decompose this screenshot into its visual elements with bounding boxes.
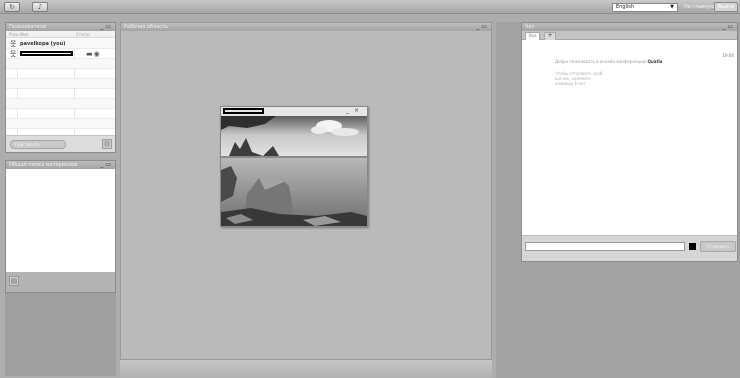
users-panel-footer: Пригласить ⚙	[6, 135, 115, 152]
refresh-icon[interactable]: ↻	[4, 2, 20, 12]
viewer-controls: _×	[346, 107, 364, 115]
workspace-header: Рабочая область _▭	[121, 23, 491, 31]
panel-controls[interactable]: _▭	[100, 161, 113, 169]
user-row[interactable]: 웃 ▬◉	[6, 49, 115, 59]
brand-name: Quatla	[647, 59, 663, 64]
exit-button[interactable]: Выйти	[714, 2, 738, 12]
chat-tabs: Все +	[522, 31, 737, 40]
send-button[interactable]: Отправить	[700, 241, 736, 252]
welcome-message: Добро пожаловать в онлайн-конференцию Qu…	[555, 59, 663, 64]
add-tab-button[interactable]: +	[544, 32, 556, 40]
chat-title: Чат	[525, 24, 535, 30]
shared-folder-panel: Общая папка материалов _▭ ▤	[5, 160, 116, 293]
status-icons: ▬◉	[86, 50, 101, 58]
users-list: 웃 pavelkopa (you) 웃 ▬◉	[6, 39, 115, 137]
landscape-photo	[221, 116, 367, 226]
user-icon: 웃	[10, 50, 17, 58]
monitor-icon: ▬	[86, 50, 94, 58]
minimize-icon[interactable]: _	[346, 107, 354, 114]
workspace-bottom-bar	[120, 360, 492, 378]
user-name: pavelkopa (you)	[20, 41, 66, 47]
col-status: Статус	[76, 32, 91, 37]
panel-controls[interactable]: _▭	[722, 23, 735, 31]
chevron-down-icon: ▼	[670, 4, 674, 10]
redacted-title	[223, 108, 264, 114]
upload-icon[interactable]: ▤	[9, 276, 19, 286]
users-panel: Пользователи _▭ Роль Имя Статус 웃 pavelk…	[5, 22, 116, 153]
image-viewer-window[interactable]: _×	[220, 106, 368, 227]
shared-folder-footer: ▤	[6, 272, 115, 292]
shared-folder-title: Общая папка материалов	[9, 162, 78, 168]
users-table-header: Роль Имя Статус	[6, 31, 115, 38]
tab-all[interactable]: Все	[525, 32, 541, 40]
left-background	[5, 293, 116, 376]
invite-button[interactable]: Пригласить	[10, 140, 66, 149]
users-panel-header: Пользователи _▭	[6, 23, 115, 31]
home-link[interactable]: На главную	[684, 3, 715, 11]
col-role: Роль	[9, 32, 19, 37]
chat-input[interactable]	[525, 242, 685, 251]
users-panel-title: Пользователи	[9, 24, 47, 30]
settings-icon[interactable]: ⚙	[102, 139, 112, 149]
top-toolbar: ↻ ♪ English ▼ На главную Выйти	[0, 0, 740, 14]
language-select[interactable]: English ▼	[612, 3, 678, 12]
shared-folder-header: Общая папка материалов _▭	[6, 161, 115, 169]
panel-controls[interactable]: _▭	[100, 23, 113, 31]
message-time: 19:00	[722, 53, 734, 58]
close-icon[interactable]: ×	[354, 107, 364, 114]
panel-controls[interactable]: _▭	[476, 23, 489, 31]
workspace-title: Рабочая область	[124, 24, 168, 30]
color-picker[interactable]	[689, 243, 696, 250]
chat-hint: Чтобы отправить сооб- щение, нажмите кла…	[555, 71, 604, 86]
webcam-icon: ◉	[93, 50, 101, 58]
user-row[interactable]: 웃 pavelkopa (you)	[6, 39, 115, 49]
col-name: Имя	[20, 32, 29, 37]
redacted-name	[20, 51, 73, 56]
chat-panel: Чат _▭ Все + 19:00 Добро пожаловать в он…	[521, 22, 738, 262]
viewer-titlebar[interactable]: _×	[221, 107, 367, 116]
chat-input-bar: Отправить	[522, 235, 737, 261]
user-icon: 웃	[10, 40, 17, 48]
microphone-icon[interactable]: ♪	[32, 2, 48, 12]
chat-header: Чат _▭	[522, 23, 737, 31]
